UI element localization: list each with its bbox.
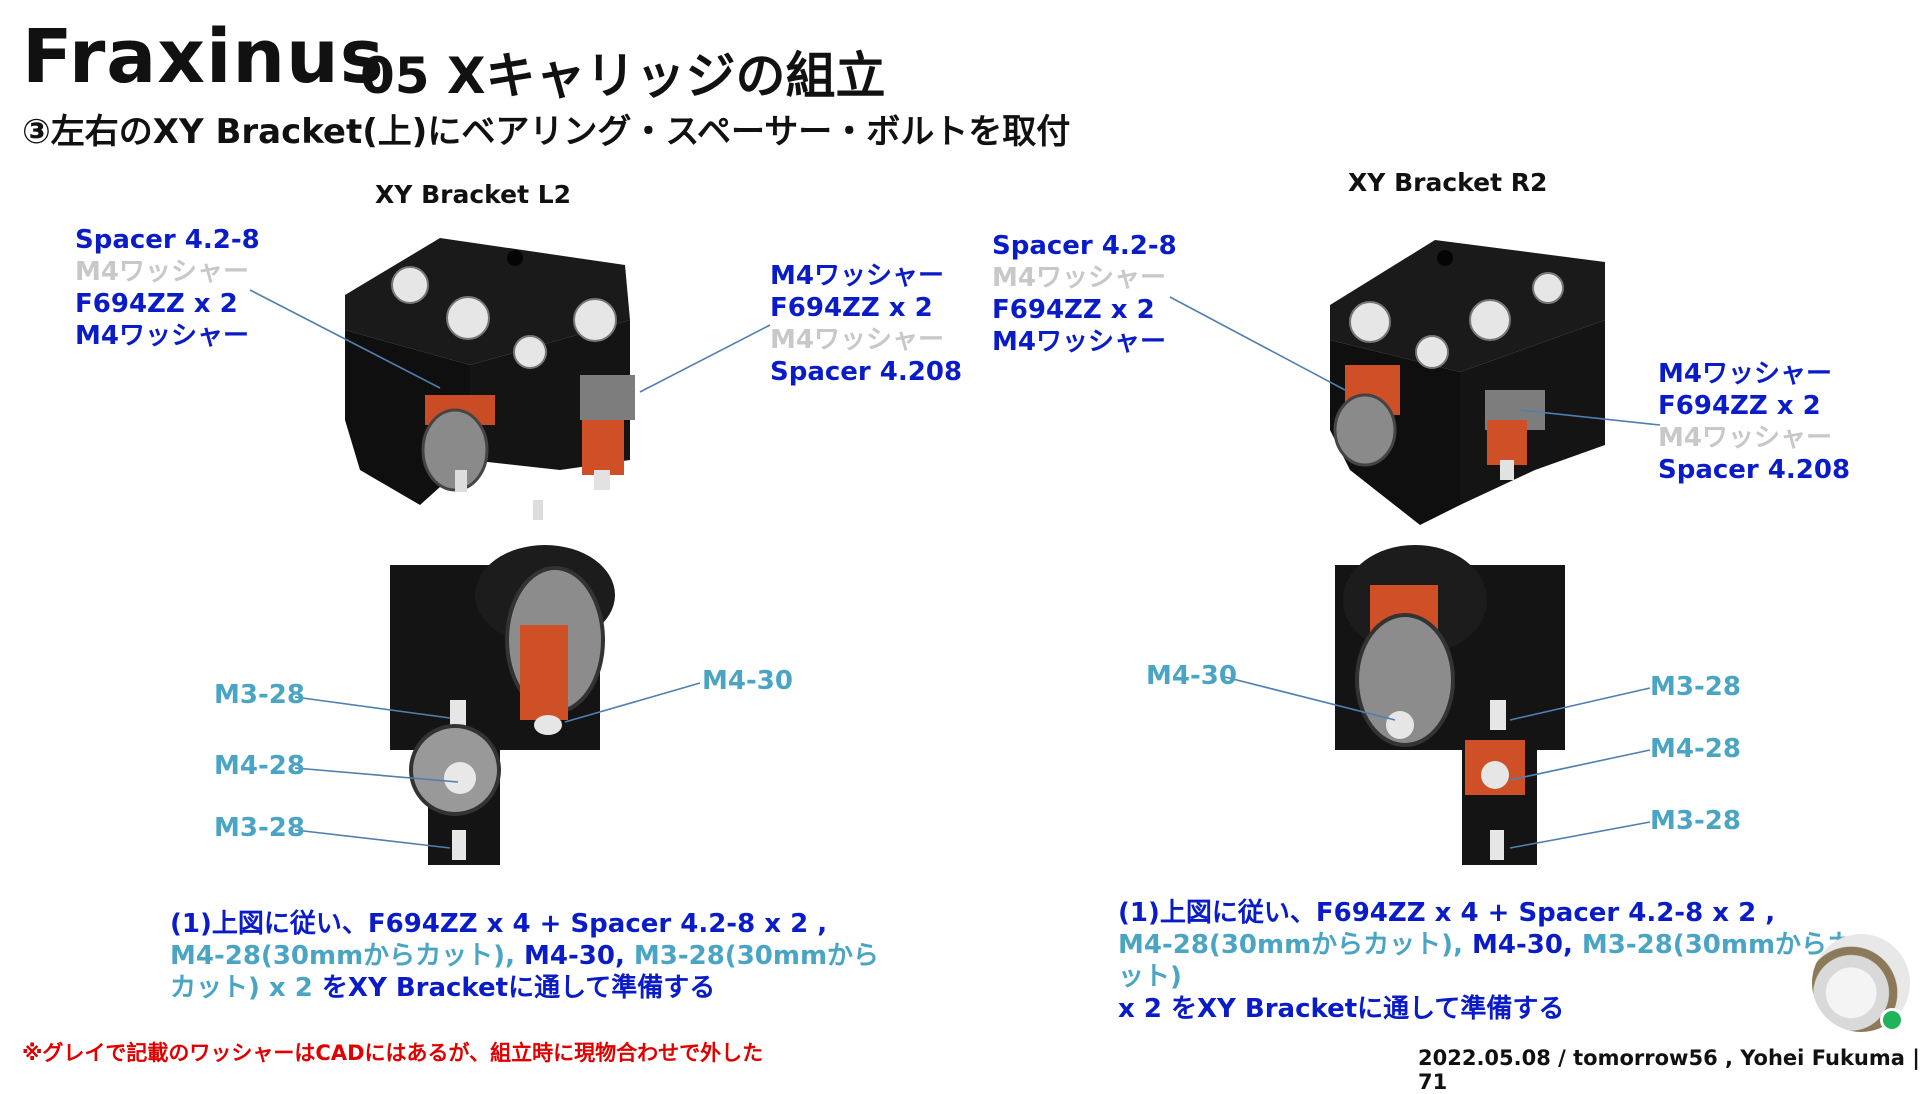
label-bearing: F694ZZ x 2 — [1658, 391, 1821, 421]
left-top-bracket-image — [345, 238, 635, 520]
label-m4-30-left: M4-30 — [702, 666, 793, 696]
instruction-text: x 2 をXY Bracketに通して準備する — [1118, 994, 1565, 1024]
label-m4-28-right: M4-28 — [1650, 734, 1741, 764]
left-top-left-labels: Spacer 4.2-8 M4ワッシャー F694ZZ x 2 M4ワッシャー — [75, 224, 260, 352]
grey-washer-note: ※グレイで記載のワッシャーはCADにはあるが、組立時に現物合わせで外した — [22, 1041, 764, 1065]
left-bottom-bracket-image — [390, 545, 615, 865]
label-bearing: F694ZZ x 2 — [75, 289, 238, 319]
instruction-right: (1)上図に従い、F694ZZ x 4 + Spacer 4.2-8 x 2 ,… — [1118, 897, 1858, 1025]
label-m4-28-left: M4-28 — [214, 751, 305, 781]
instruction-text: (1)上図に従い、F694ZZ x 4 + Spacer 4.2-8 x 2 , — [1118, 898, 1776, 928]
label-bearing: F694ZZ x 2 — [992, 295, 1155, 325]
instruction-left: (1)上図に従い、F694ZZ x 4 + Spacer 4.2-8 x 2 ,… — [170, 908, 890, 1004]
label-washer-grey: M4ワッシャー — [770, 325, 944, 355]
label-washer: M4ワッシャー — [75, 321, 249, 351]
label-spacer: Spacer 4.2-8 — [992, 231, 1177, 261]
left-top-right-labels: M4ワッシャー F694ZZ x 2 M4ワッシャー Spacer 4.208 — [770, 260, 962, 388]
footer-credit: 2022.05.08 / tomorrow56 , Yohei Fukuma |… — [1418, 1046, 1920, 1094]
instruction-text: をXY Bracketに通して準備する — [312, 973, 716, 1003]
label-m3-28-left-a: M3-28 — [214, 680, 305, 710]
right-top-bracket-image — [1330, 240, 1605, 525]
label-washer-grey: M4ワッシャー — [75, 257, 249, 287]
instruction-text: M4-30, — [1462, 930, 1582, 960]
right-top-right-labels: M4ワッシャー F694ZZ x 2 M4ワッシャー Spacer 4.208 — [1658, 358, 1850, 486]
label-washer: M4ワッシャー — [992, 327, 1166, 357]
label-washer: M4ワッシャー — [1658, 359, 1832, 389]
instruction-text: M4-28(30mmからカット), — [1118, 930, 1463, 960]
label-m4-30-right: M4-30 — [1146, 661, 1237, 691]
right-bottom-bracket-image — [1335, 545, 1565, 865]
label-spacer: Spacer 4.208 — [1658, 455, 1851, 485]
label-washer-grey: M4ワッシャー — [1658, 423, 1832, 453]
label-m3-28-left-b: M3-28 — [214, 813, 305, 843]
label-bearing: F694ZZ x 2 — [770, 293, 933, 323]
instruction-text: M4-30, — [514, 941, 634, 971]
label-m3-28-right-b: M3-28 — [1650, 806, 1741, 836]
instruction-text: (1)上図に従い、F694ZZ x 4 + Spacer 4.2-8 x 2 , — [170, 909, 828, 939]
label-washer: M4ワッシャー — [770, 261, 944, 291]
label-spacer: Spacer 4.208 — [770, 357, 963, 387]
instruction-text: M4-28(30mmからカット), — [170, 941, 515, 971]
online-status-icon — [1880, 1008, 1904, 1032]
label-spacer: Spacer 4.2-8 — [75, 225, 260, 255]
label-m3-28-right-a: M3-28 — [1650, 672, 1741, 702]
right-top-left-labels: Spacer 4.2-8 M4ワッシャー F694ZZ x 2 M4ワッシャー — [992, 230, 1177, 358]
label-washer-grey: M4ワッシャー — [992, 263, 1166, 293]
